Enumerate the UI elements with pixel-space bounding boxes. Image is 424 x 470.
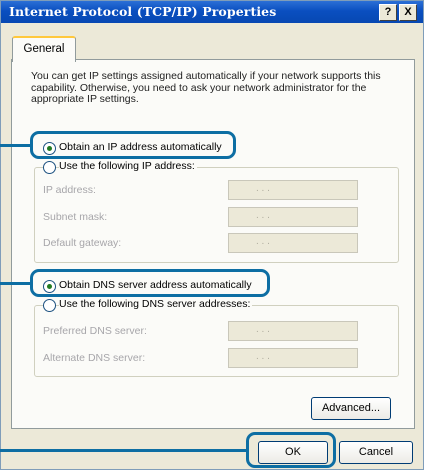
advanced-button[interactable]: Advanced... bbox=[311, 397, 391, 420]
preferred-dns-field[interactable]: . . . bbox=[228, 321, 358, 341]
default-gateway-label: Default gateway: bbox=[43, 237, 122, 249]
properties-dialog: Internet Protocol (TCP/IP) Properties ? … bbox=[0, 0, 424, 470]
subnet-mask-label: Subnet mask: bbox=[43, 211, 108, 223]
preferred-dns-label: Preferred DNS server: bbox=[43, 325, 147, 337]
help-button[interactable]: ? bbox=[379, 4, 397, 21]
alternate-dns-field[interactable]: . . . bbox=[228, 348, 358, 368]
alternate-dns-label: Alternate DNS server: bbox=[43, 352, 146, 364]
cancel-button[interactable]: Cancel bbox=[339, 441, 413, 464]
subnet-mask-field[interactable]: . . . bbox=[228, 207, 358, 227]
ip-auto-highlight bbox=[30, 131, 236, 159]
ip-auto-callout-line bbox=[0, 144, 31, 147]
ip-address-label: IP address: bbox=[43, 184, 96, 196]
ok-callout-line bbox=[0, 449, 247, 452]
ok-button-highlight bbox=[246, 432, 336, 468]
dns-auto-callout-line bbox=[0, 282, 31, 285]
title-bar[interactable]: Internet Protocol (TCP/IP) Properties ? … bbox=[1, 1, 423, 23]
default-gateway-field[interactable]: . . . bbox=[228, 233, 358, 253]
use-following-ip-label[interactable]: Use the following IP address: bbox=[59, 160, 197, 172]
use-following-dns-radio[interactable] bbox=[43, 299, 56, 312]
dns-auto-highlight bbox=[30, 269, 270, 297]
use-following-dns-label[interactable]: Use the following DNS server addresses: bbox=[59, 298, 253, 310]
close-button[interactable]: X bbox=[399, 4, 417, 21]
ip-address-field[interactable]: . . . bbox=[228, 180, 358, 200]
window-title: Internet Protocol (TCP/IP) Properties bbox=[9, 4, 277, 19]
use-following-ip-radio[interactable] bbox=[43, 161, 56, 174]
description-text: You can get IP settings assigned automat… bbox=[31, 70, 381, 105]
